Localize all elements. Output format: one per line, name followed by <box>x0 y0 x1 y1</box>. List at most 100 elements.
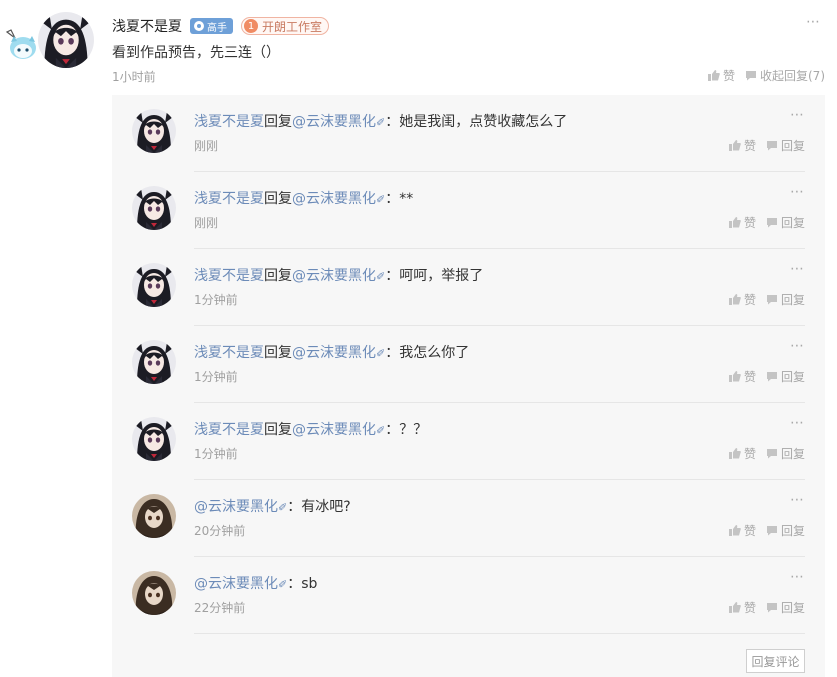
collapse-label: 收起回复(7) <box>760 69 825 83</box>
edit-pen-icon: ✐ <box>376 424 386 437</box>
reply-reply-label: 回复 <box>780 293 805 307</box>
reply-more-icon[interactable]: ⋯ <box>790 107 805 123</box>
reply-actions: 赞 回复 <box>729 214 805 231</box>
reply-like-label: 赞 <box>743 524 756 538</box>
reply-target[interactable]: @云沫要黑化 <box>292 191 376 207</box>
reply-avatar[interactable] <box>132 571 176 615</box>
reply-like-button[interactable]: 赞 <box>729 599 756 616</box>
thumb-up-icon <box>708 70 720 81</box>
reply-line: 浅夏不是夏回复@云沫要黑化✐：我怎么你了 <box>194 342 469 362</box>
reply-like-button[interactable]: 赞 <box>729 522 756 539</box>
reply-like-button[interactable]: 赞 <box>729 368 756 385</box>
reply-bubble-icon <box>766 371 778 382</box>
username[interactable]: 浅夏不是夏 <box>112 16 182 36</box>
collapse-replies-button[interactable]: 收起回复(7) <box>745 67 825 84</box>
fan-badge[interactable]: 1 开朗工作室 <box>241 17 330 35</box>
reply-more-icon[interactable]: ⋯ <box>790 184 805 200</box>
reply-actions: 赞 回复 <box>729 291 805 308</box>
comment-header: 浅夏不是夏 高手 1 开朗工作室 <box>112 16 330 36</box>
reply-line: @云沫要黑化✐：有冰吧? <box>194 496 351 516</box>
thumb-up-icon <box>729 294 741 305</box>
reply-target[interactable]: @云沫要黑化 <box>194 576 278 592</box>
reply-like-button[interactable]: 赞 <box>729 445 756 462</box>
reply-target[interactable]: @云沫要黑化 <box>292 114 376 130</box>
reply-more-icon[interactable]: ⋯ <box>790 492 805 508</box>
reply-reply-button[interactable]: 回复 <box>766 291 805 308</box>
reply-reply-label: 回复 <box>780 139 805 153</box>
like-label: 赞 <box>722 69 735 83</box>
reply-item: 浅夏不是夏回复@云沫要黑化✐：** 刚刚 ⋯ 赞回复 <box>112 172 825 249</box>
reply-sep: ： <box>385 268 400 284</box>
reply-reply-button[interactable]: 回复 <box>766 137 805 154</box>
reply-like-button[interactable]: 赞 <box>729 291 756 308</box>
reply-reply-label: 回复 <box>780 447 805 461</box>
reply-target[interactable]: @云沫要黑化 <box>292 268 376 284</box>
reply-text: sb <box>301 576 318 592</box>
reply-like-label: 赞 <box>743 139 756 153</box>
reply-username[interactable]: 浅夏不是夏 <box>194 422 264 438</box>
reply-reply-button[interactable]: 回复 <box>766 522 805 539</box>
reply-reply-label: 回复 <box>780 370 805 384</box>
reply-line: @云沫要黑化✐：sb <box>194 573 317 593</box>
thumb-up-icon <box>729 602 741 613</box>
reply-actions: 赞 回复 <box>729 445 805 462</box>
reply-item: @云沫要黑化✐：有冰吧? 20分钟前 ⋯ 赞 回复 <box>112 480 825 557</box>
reply-time: 22分钟前 <box>194 601 246 615</box>
reply-username[interactable]: 浅夏不是夏 <box>194 191 264 207</box>
reply-reply-button[interactable]: 回复 <box>766 214 805 231</box>
reply-avatar[interactable] <box>132 263 176 307</box>
reply-panel: 浅夏不是夏回复@云沫要黑化✐：她是我闺，点赞收藏怎么了 刚刚 ⋯ 赞回复 浅夏不是夏回复… <box>112 95 825 677</box>
thumb-up-icon <box>729 140 741 151</box>
reply-item: 浅夏不是夏回复@云沫要黑化✐：她是我闺，点赞收藏怎么了 刚刚 ⋯ 赞回复 <box>112 95 825 172</box>
main-avatar[interactable] <box>38 12 94 68</box>
reply-username[interactable]: 浅夏不是夏 <box>194 268 264 284</box>
reply-like-button[interactable]: 赞 <box>729 137 756 154</box>
reply-reply-button[interactable]: 回复 <box>766 599 805 616</box>
reply-like-label: 赞 <box>743 601 756 615</box>
like-button[interactable]: 赞 <box>708 67 735 84</box>
reply-avatar[interactable] <box>132 186 176 230</box>
reply-target[interactable]: @云沫要黑化 <box>292 345 376 361</box>
reply-text: ** <box>399 191 414 207</box>
reply-username[interactable]: 浅夏不是夏 <box>194 345 264 361</box>
reply-sep: ： <box>287 499 302 515</box>
reply-username[interactable]: 浅夏不是夏 <box>194 114 264 130</box>
reply-more-icon[interactable]: ⋯ <box>790 415 805 431</box>
reply-comment-button[interactable]: 回复评论 <box>746 649 805 673</box>
reply-like-button[interactable]: 赞 <box>729 214 756 231</box>
reply-word: 回复 <box>264 422 292 438</box>
reply-item: 浅夏不是夏回复@云沫要黑化✐：我怎么你了 1分钟前 ⋯ 赞 回复 <box>112 326 825 403</box>
fan-badge-name: 开朗工作室 <box>262 19 323 34</box>
reply-avatar[interactable] <box>132 417 176 461</box>
thumb-up-icon <box>729 525 741 536</box>
reply-line: 浅夏不是夏回复@云沫要黑化✐：呵呵，举报了 <box>194 265 483 285</box>
reply-more-icon[interactable]: ⋯ <box>790 261 805 277</box>
edit-pen-icon: ✐ <box>376 193 386 206</box>
edit-pen-icon: ✐ <box>278 501 288 514</box>
reply-actions: 赞 回复 <box>729 522 805 539</box>
reply-more-icon[interactable]: ⋯ <box>790 569 805 585</box>
reply-avatar[interactable] <box>132 340 176 384</box>
reply-time: 1分钟前 <box>194 370 238 384</box>
reply-bubble-icon <box>766 525 778 536</box>
reply-more-icon[interactable]: ⋯ <box>790 338 805 354</box>
more-options-icon[interactable]: ⋯ <box>806 14 821 30</box>
reply-item: @云沫要黑化✐：sb 22分钟前 ⋯ 赞 回复 <box>112 557 825 634</box>
reply-reply-button[interactable]: 回复 <box>766 445 805 462</box>
reply-sep: ： <box>385 345 400 361</box>
reply-sep: ： <box>385 114 400 130</box>
reply-word: 回复 <box>264 114 292 130</box>
reply-text: 呵呵，举报了 <box>399 268 484 284</box>
reply-target[interactable]: @云沫要黑化 <box>292 422 376 438</box>
reply-time: 1分钟前 <box>194 293 238 307</box>
reply-reply-button[interactable]: 回复 <box>766 368 805 385</box>
reply-word: 回复 <box>264 345 292 361</box>
reply-avatar[interactable] <box>132 494 176 538</box>
reply-text: 有冰吧? <box>301 499 351 515</box>
reply-bubble-icon <box>766 294 778 305</box>
thumb-up-icon <box>729 217 741 228</box>
reply-sep: ： <box>385 191 400 207</box>
reply-bubble-icon <box>745 70 757 81</box>
reply-avatar[interactable] <box>132 109 176 153</box>
reply-target[interactable]: @云沫要黑化 <box>194 499 278 515</box>
